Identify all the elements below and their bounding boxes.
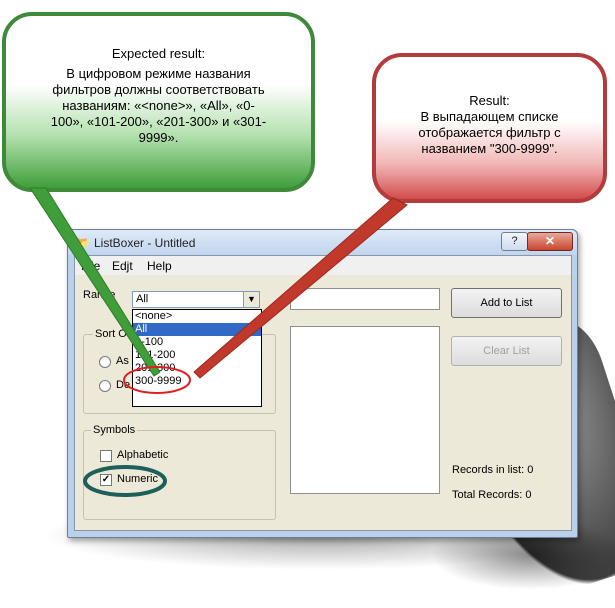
clear-list-button[interactable]: Clear List — [451, 336, 562, 366]
numeric-checkbox[interactable]: ✓ — [100, 474, 112, 486]
range-option-all[interactable]: All — [133, 323, 261, 336]
range-selected-value: All — [136, 293, 149, 305]
range-option-201-300[interactable]: 201-300 — [133, 362, 261, 375]
range-option-300-9999[interactable]: 300-9999 — [133, 375, 261, 388]
numeric-label: Numeric — [117, 473, 158, 485]
menu-bar: File Edjt Help — [75, 256, 571, 275]
range-option-none[interactable]: <none> — [133, 310, 261, 323]
sort-ascending-radio[interactable] — [99, 356, 111, 368]
chevron-down-icon[interactable]: ▼ — [243, 292, 259, 307]
add-to-list-button[interactable]: Add to List — [451, 288, 562, 318]
actual-result-callout: Result: В выпадающем списке отображается… — [372, 53, 607, 203]
title-bar[interactable]: 📂 ListBoxer - Untitled ? ✕ — [68, 230, 577, 255]
expected-line-4: 100», «101-200», «201-300» и «301- — [50, 114, 267, 129]
listboxer-window: 📂 ListBoxer - Untitled ? ✕ File Edjt Hel… — [67, 229, 578, 538]
expected-line-3: названиям: «<none>», «All», «0- — [62, 98, 255, 113]
menu-file[interactable]: File — [81, 259, 100, 273]
result-line-1: В выпадающем списке — [420, 109, 559, 124]
text-entry-field[interactable] — [290, 288, 440, 310]
total-records: Total Records: 0 — [452, 489, 532, 501]
expected-result-callout: Expected result: В цифровом режиме назва… — [2, 12, 315, 192]
result-line-2: отображается фильтр с — [418, 125, 561, 140]
expected-result-title: Expected result: — [111, 46, 206, 61]
range-option-0-100[interactable]: 0-100 — [133, 336, 261, 349]
expected-line-5: 9999». — [138, 130, 179, 145]
client-area: File Edjt Help Range All ▼ <none> All 0-… — [74, 255, 572, 531]
help-title-button[interactable]: ? — [501, 232, 528, 251]
range-dropdown-list: <none> All 0-100 101-200 201-300 300-999… — [132, 309, 262, 407]
menu-edit[interactable]: Edjt — [112, 259, 133, 273]
expected-line-1: В цифровом режиме названия — [66, 66, 251, 81]
alphabetic-checkbox[interactable] — [100, 450, 112, 462]
range-option-101-200[interactable]: 101-200 — [133, 349, 261, 362]
result-line-3: названием "300-9999". — [421, 141, 558, 156]
sort-descending-label: De — [116, 379, 131, 391]
result-title: Result: — [469, 93, 510, 108]
items-listbox[interactable] — [290, 326, 440, 494]
alphabetic-label: Alphabetic — [117, 449, 169, 461]
app-icon: 📂 — [75, 236, 90, 250]
symbols-label: Symbols — [91, 424, 138, 436]
menu-help[interactable]: Help — [147, 259, 172, 273]
sort-descending-radio[interactable] — [99, 380, 111, 392]
close-button[interactable]: ✕ — [527, 232, 573, 251]
window-title: ListBoxer - Untitled — [94, 236, 196, 250]
records-in-list: Records in list: 0 — [452, 464, 534, 476]
expected-line-2: фильтров должны соответствовать — [52, 82, 265, 97]
sort-ascending-label: As — [116, 355, 129, 367]
range-label: Range — [83, 289, 116, 301]
range-combobox[interactable]: All ▼ — [132, 291, 260, 308]
